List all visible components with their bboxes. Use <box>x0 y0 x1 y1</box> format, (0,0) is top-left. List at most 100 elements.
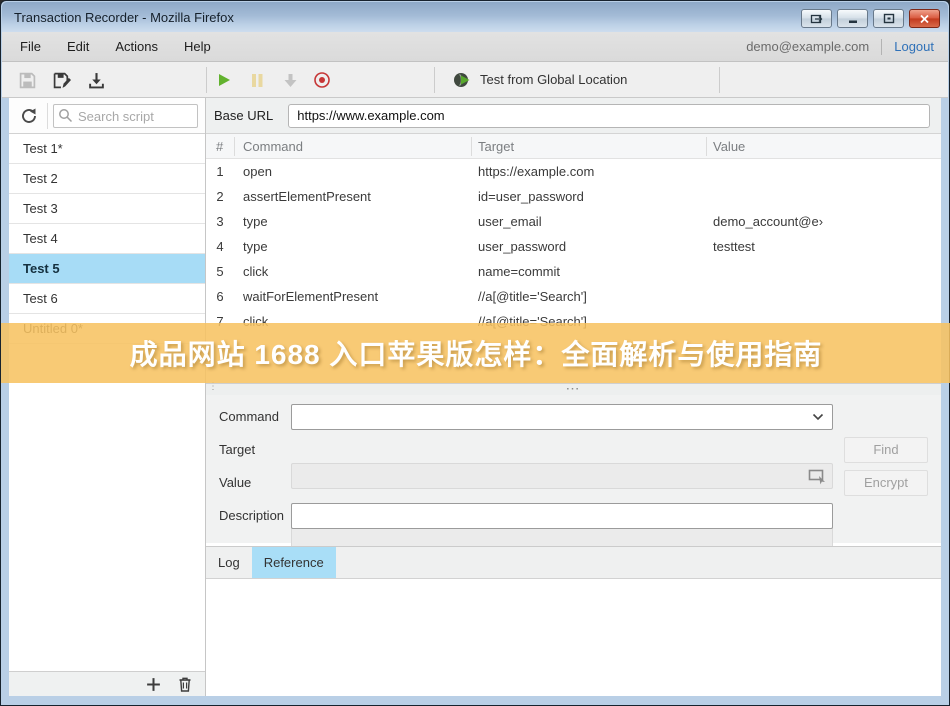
row-command: type <box>243 234 500 259</box>
toolbar: Test from Global Location <box>2 62 948 98</box>
row-target: user_email <box>478 209 542 234</box>
play-button[interactable] <box>214 70 234 90</box>
pause-button[interactable] <box>247 70 267 90</box>
script-item[interactable]: Test 2 <box>9 164 205 194</box>
encrypt-button[interactable]: Encrypt <box>844 470 928 496</box>
maximize-icon <box>883 13 895 24</box>
refresh-button[interactable] <box>18 106 40 126</box>
menu-bar: File Edit Actions Help demo@example.com … <box>2 32 948 62</box>
menu-divider <box>881 39 882 55</box>
row-target: name=commit <box>478 259 560 284</box>
menu-file[interactable]: File <box>20 39 41 54</box>
description-label: Description <box>219 503 284 529</box>
banner-text: 成品网站 1688 入口苹果版怎样：全面解析与使用指南 <box>130 333 823 373</box>
base-url-input[interactable] <box>288 104 930 128</box>
row-num: 2 <box>206 184 234 209</box>
row-num: 3 <box>206 209 234 234</box>
logout-link[interactable]: Logout <box>894 39 934 54</box>
step-button[interactable] <box>280 70 300 90</box>
select-element-icon <box>808 468 827 485</box>
base-url-label: Base URL <box>214 108 273 123</box>
maximize-button[interactable] <box>873 9 904 28</box>
table-row[interactable]: 4 type user_password testtest <box>206 234 941 259</box>
command-label: Command <box>219 404 279 430</box>
popout-button[interactable] <box>801 9 832 28</box>
description-field <box>291 503 833 529</box>
refresh-icon <box>20 107 38 125</box>
row-command: waitForElementPresent <box>243 284 500 309</box>
script-item[interactable]: Test 3 <box>9 194 205 224</box>
add-script-button[interactable] <box>145 676 162 693</box>
close-icon <box>919 14 930 24</box>
table-row[interactable]: 3 type user_email demo_account@e› <box>206 209 941 234</box>
bottom-tab-bar: Log Reference <box>206 546 941 579</box>
delete-script-button[interactable] <box>176 676 193 693</box>
menu-actions[interactable]: Actions <box>115 39 158 54</box>
chevron-down-icon <box>812 413 824 421</box>
trash-icon <box>177 676 193 693</box>
import-icon <box>88 72 105 89</box>
app-window: Transaction Recorder - Mozilla Firefox <box>0 0 950 706</box>
run-global-button[interactable] <box>452 70 472 90</box>
column-header-value[interactable]: Value <box>713 134 745 159</box>
column-divider <box>706 137 707 156</box>
row-num: 1 <box>206 159 234 184</box>
pause-icon <box>250 73 264 88</box>
search-divider <box>47 103 48 129</box>
row-command: assertElementPresent <box>243 184 500 209</box>
script-item[interactable]: Test 1* <box>9 134 205 164</box>
add-icon <box>145 676 162 693</box>
table-row[interactable]: 2 assertElementPresent id=user_password <box>206 184 941 209</box>
target-label: Target <box>219 437 255 463</box>
script-item[interactable]: Test 4 <box>9 224 205 254</box>
command-select[interactable] <box>291 404 833 430</box>
toolbar-divider <box>434 67 435 93</box>
table-row[interactable]: 6 waitForElementPresent //a[@title='Sear… <box>206 284 941 309</box>
splitter-handle[interactable]: ⋯⋮ <box>206 383 941 395</box>
search-icon <box>58 108 73 123</box>
description-input[interactable] <box>292 504 832 528</box>
save-button[interactable] <box>17 70 37 90</box>
row-value: testtest <box>713 234 755 259</box>
script-item-selected[interactable]: Test 5 <box>9 254 205 284</box>
splitter-left-dots: ⋮ <box>208 384 220 389</box>
menu-items: File Edit Actions Help <box>20 39 211 54</box>
minimize-button[interactable] <box>837 9 868 28</box>
import-button[interactable] <box>86 70 106 90</box>
tab-log[interactable]: Log <box>206 547 252 578</box>
commands-table-header: # Command Target Value <box>206 134 941 159</box>
title-bar: Transaction Recorder - Mozilla Firefox <box>2 2 948 32</box>
command-editor: Command Target Find Value Encrypt Descri… <box>206 395 941 543</box>
search-box <box>53 104 198 128</box>
close-button[interactable] <box>909 9 940 28</box>
script-item[interactable]: Test 6 <box>9 284 205 314</box>
column-divider <box>471 137 472 156</box>
column-header-command[interactable]: Command <box>243 134 303 159</box>
row-target: https://example.com <box>478 159 594 184</box>
window-title: Transaction Recorder - Mozilla Firefox <box>14 10 234 25</box>
table-row[interactable]: 1 open https://example.com <box>206 159 941 184</box>
search-input[interactable] <box>53 104 198 128</box>
reference-panel <box>206 580 941 696</box>
run-global-label[interactable]: Test from Global Location <box>480 62 627 98</box>
popout-icon <box>810 13 824 25</box>
column-header-num[interactable]: # <box>216 134 223 159</box>
find-button[interactable]: Find <box>844 437 928 463</box>
main-content: Base URL # Command Target Value 1 open h… <box>206 98 941 696</box>
record-button[interactable] <box>312 70 332 90</box>
row-command: open <box>243 159 500 184</box>
table-row[interactable]: 5 click name=commit <box>206 259 941 284</box>
menu-help[interactable]: Help <box>184 39 211 54</box>
select-element-button[interactable] <box>806 467 828 486</box>
menu-edit[interactable]: Edit <box>67 39 89 54</box>
base-url-bar: Base URL <box>206 98 941 134</box>
overlay-banner: 成品网站 1688 入口苹果版怎样：全面解析与使用指南 <box>1 323 950 383</box>
column-header-target[interactable]: Target <box>478 134 514 159</box>
row-value: demo_account@e› <box>713 209 823 234</box>
minimize-icon <box>847 14 859 24</box>
target-input[interactable] <box>291 463 833 489</box>
save-as-button[interactable] <box>52 70 72 90</box>
script-list: Test 1* Test 2 Test 3 Test 4 Test 5 Test… <box>9 134 205 671</box>
tab-reference[interactable]: Reference <box>252 547 336 578</box>
search-row <box>9 98 205 134</box>
